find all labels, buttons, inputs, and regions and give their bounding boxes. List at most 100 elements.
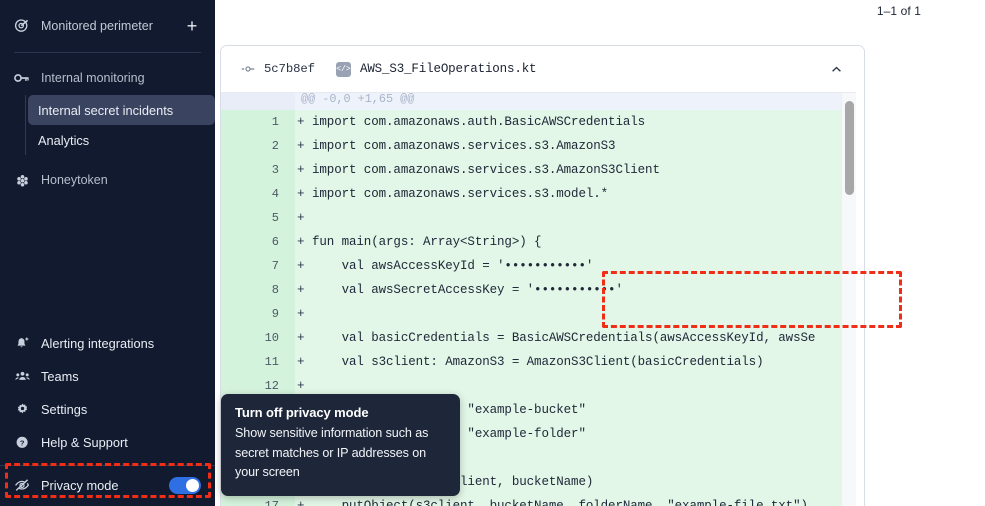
diff-line-number: 17 <box>221 494 295 506</box>
sidebar-item-label: Internal secret incidents <box>38 102 174 118</box>
privacy-mode-label: Privacy mode <box>41 477 119 493</box>
sidebar-item-label: Teams <box>41 369 79 384</box>
sidebar-section-internal-monitoring[interactable]: Internal monitoring <box>0 61 215 95</box>
sidebar-item-label: Honeytoken <box>41 173 108 187</box>
sidebar-item-settings[interactable]: Settings <box>0 393 215 426</box>
diff-line-sign: + <box>297 211 305 225</box>
diff-line-number: 4 <box>221 182 295 206</box>
key-icon <box>14 70 30 86</box>
sidebar-item-alerting-integrations[interactable]: Alerting integrations <box>0 327 215 360</box>
sidebar-item-internal-secret-incidents[interactable]: Internal secret incidents <box>28 95 215 125</box>
tooltip-body: Show sensitive information such as secre… <box>235 426 429 479</box>
diff-line-number: 9 <box>221 302 295 326</box>
commit-hash[interactable]: 5c7b8ef <box>264 62 315 76</box>
diff-line: 1 + import com.amazonaws.auth.BasicAWSCred… <box>221 110 856 134</box>
file-card-header[interactable]: 5c7b8ef </> AWS_S3_FileOperations.kt <box>221 46 864 92</box>
diff-line: 5 + <box>221 206 856 230</box>
pagination-count: 1–1 of 1 <box>876 4 921 18</box>
diff-line-code: fun main(args: Array<String>) { <box>312 235 542 249</box>
sidebar-perimeter-label: Monitored perimeter <box>41 19 153 33</box>
diff-line-number: 3 <box>221 158 295 182</box>
people-icon <box>14 369 30 385</box>
diff-line-sign: + <box>297 163 305 177</box>
diff-line-code: import com.amazonaws.auth.BasicAWSCreden… <box>312 115 646 129</box>
diff-line-number: 5 <box>221 206 295 230</box>
hunk-header-text: @@ -0,0 +1,65 @@ <box>301 93 415 106</box>
diff-line: 10 + val basicCredentials = BasicAWSCrede… <box>221 326 856 350</box>
file-name[interactable]: AWS_S3_FileOperations.kt <box>360 62 537 76</box>
diff-line: 8 + val awsSecretAccessKey = '•••••••••••… <box>221 278 856 302</box>
eye-off-icon <box>14 477 30 493</box>
diff-line-sign: + <box>297 307 305 321</box>
diff-line-code: import com.amazonaws.services.s3.AmazonS… <box>312 163 660 177</box>
diff-line-sign: + <box>297 331 305 345</box>
gear-icon <box>14 402 30 418</box>
sidebar-item-teams[interactable]: Teams <box>0 360 215 393</box>
svg-text:?: ? <box>19 438 24 447</box>
diff-line: 4 + import com.amazonaws.services.s3.model… <box>221 182 856 206</box>
sidebar-item-help-support[interactable]: ? Help & Support <box>0 426 215 459</box>
diff-line-code: val awsSecretAccessKey = '•••••••••••' <box>312 283 623 297</box>
diff-line-sign: + <box>297 139 305 153</box>
diff-line-sign: + <box>297 187 305 201</box>
privacy-mode-row[interactable]: Privacy mode <box>0 466 215 504</box>
diff-scrollbar-thumb[interactable] <box>845 101 854 195</box>
add-perimeter-button[interactable]: + <box>183 17 201 35</box>
diff-line: 3 + import com.amazonaws.services.s3.Amazo… <box>221 158 856 182</box>
diff-line-sign: + <box>297 283 305 297</box>
honeycomb-icon <box>14 172 30 188</box>
sidebar-subgroup-internal-monitoring: Internal secret incidents Analytics <box>25 95 215 155</box>
sidebar-item-label: Help & Support <box>41 435 128 450</box>
sidebar-divider-top <box>14 52 201 53</box>
diff-scrollbar-track[interactable] <box>841 93 856 506</box>
diff-line-sign: + <box>297 379 305 393</box>
sidebar-item-honeytoken[interactable]: Honeytoken <box>0 163 215 197</box>
diff-line-number: 10 <box>221 326 295 350</box>
diff-line-code: val basicCredentials = BasicAWSCredentia… <box>312 331 816 345</box>
sidebar-item-label: Analytics <box>38 132 90 148</box>
commit-node-icon <box>241 62 255 76</box>
hunk-gutter <box>221 93 295 110</box>
diff-line: 6 + fun main(args: Array<String>) { <box>221 230 856 254</box>
app-root: Monitored perimeter + Internal monitorin… <box>0 0 985 506</box>
sidebar: Monitored perimeter + Internal monitorin… <box>0 0 215 506</box>
code-file-icon: </> <box>335 61 351 77</box>
diff-line-sign: + <box>297 235 305 249</box>
diff-line-number: 8 <box>221 278 295 302</box>
diff-line-sign: + <box>297 115 305 129</box>
diff-line-code: import com.amazonaws.services.s3.model.* <box>312 187 609 201</box>
diff-line-sign: + <box>297 499 305 506</box>
diff-line-code: import com.amazonaws.services.s3.AmazonS… <box>312 139 616 153</box>
diff-line-sign: + <box>297 259 305 273</box>
sidebar-item-monitored-perimeter[interactable]: Monitored perimeter + <box>0 9 215 43</box>
sidebar-section-label: Internal monitoring <box>41 71 145 85</box>
sidebar-item-analytics[interactable]: Analytics <box>28 125 215 155</box>
toggle-knob <box>186 478 199 492</box>
diff-line-code: val awsAccessKeyId = '•••••••••••' <box>312 259 594 273</box>
diff-line: 9 + <box>221 302 856 326</box>
diff-line-number: 6 <box>221 230 295 254</box>
radar-icon <box>14 18 30 34</box>
privacy-mode-toggle[interactable] <box>169 476 201 494</box>
diff-line-number: 11 <box>221 350 295 374</box>
bell-alert-icon <box>14 336 30 352</box>
sidebar-item-label: Alerting integrations <box>41 336 155 351</box>
diff-line-number: 2 <box>221 134 295 158</box>
sidebar-item-label: Settings <box>41 402 88 417</box>
diff-line-code: val s3client: AmazonS3 = AmazonS3Client(… <box>312 355 764 369</box>
diff-line: 11 + val s3client: AmazonS3 = AmazonS3Cli… <box>221 350 856 374</box>
sidebar-bottom-group: Alerting integrations Teams Settings ? H… <box>0 327 215 506</box>
diff-line-number: 1 <box>221 110 295 134</box>
privacy-mode-tooltip: Turn off privacy mode Show sensitive inf… <box>221 394 460 496</box>
tooltip-title: Turn off privacy mode <box>235 405 369 420</box>
diff-line: 7 + val awsAccessKeyId = '•••••••••••' <box>221 254 856 278</box>
diff-line-number: 7 <box>221 254 295 278</box>
chevron-up-icon[interactable] <box>826 59 846 79</box>
diff-line: 17 + putObject(s3client, bucketName, fold… <box>221 494 856 506</box>
diff-line: 2 + import com.amazonaws.services.s3.Amazo… <box>221 134 856 158</box>
diff-hunk-header: @@ -0,0 +1,65 @@ <box>221 93 856 110</box>
diff-line-sign: + <box>297 355 305 369</box>
diff-line-code: putObject(s3client, bucketName, folderNa… <box>312 499 808 506</box>
question-circle-icon: ? <box>14 435 30 451</box>
